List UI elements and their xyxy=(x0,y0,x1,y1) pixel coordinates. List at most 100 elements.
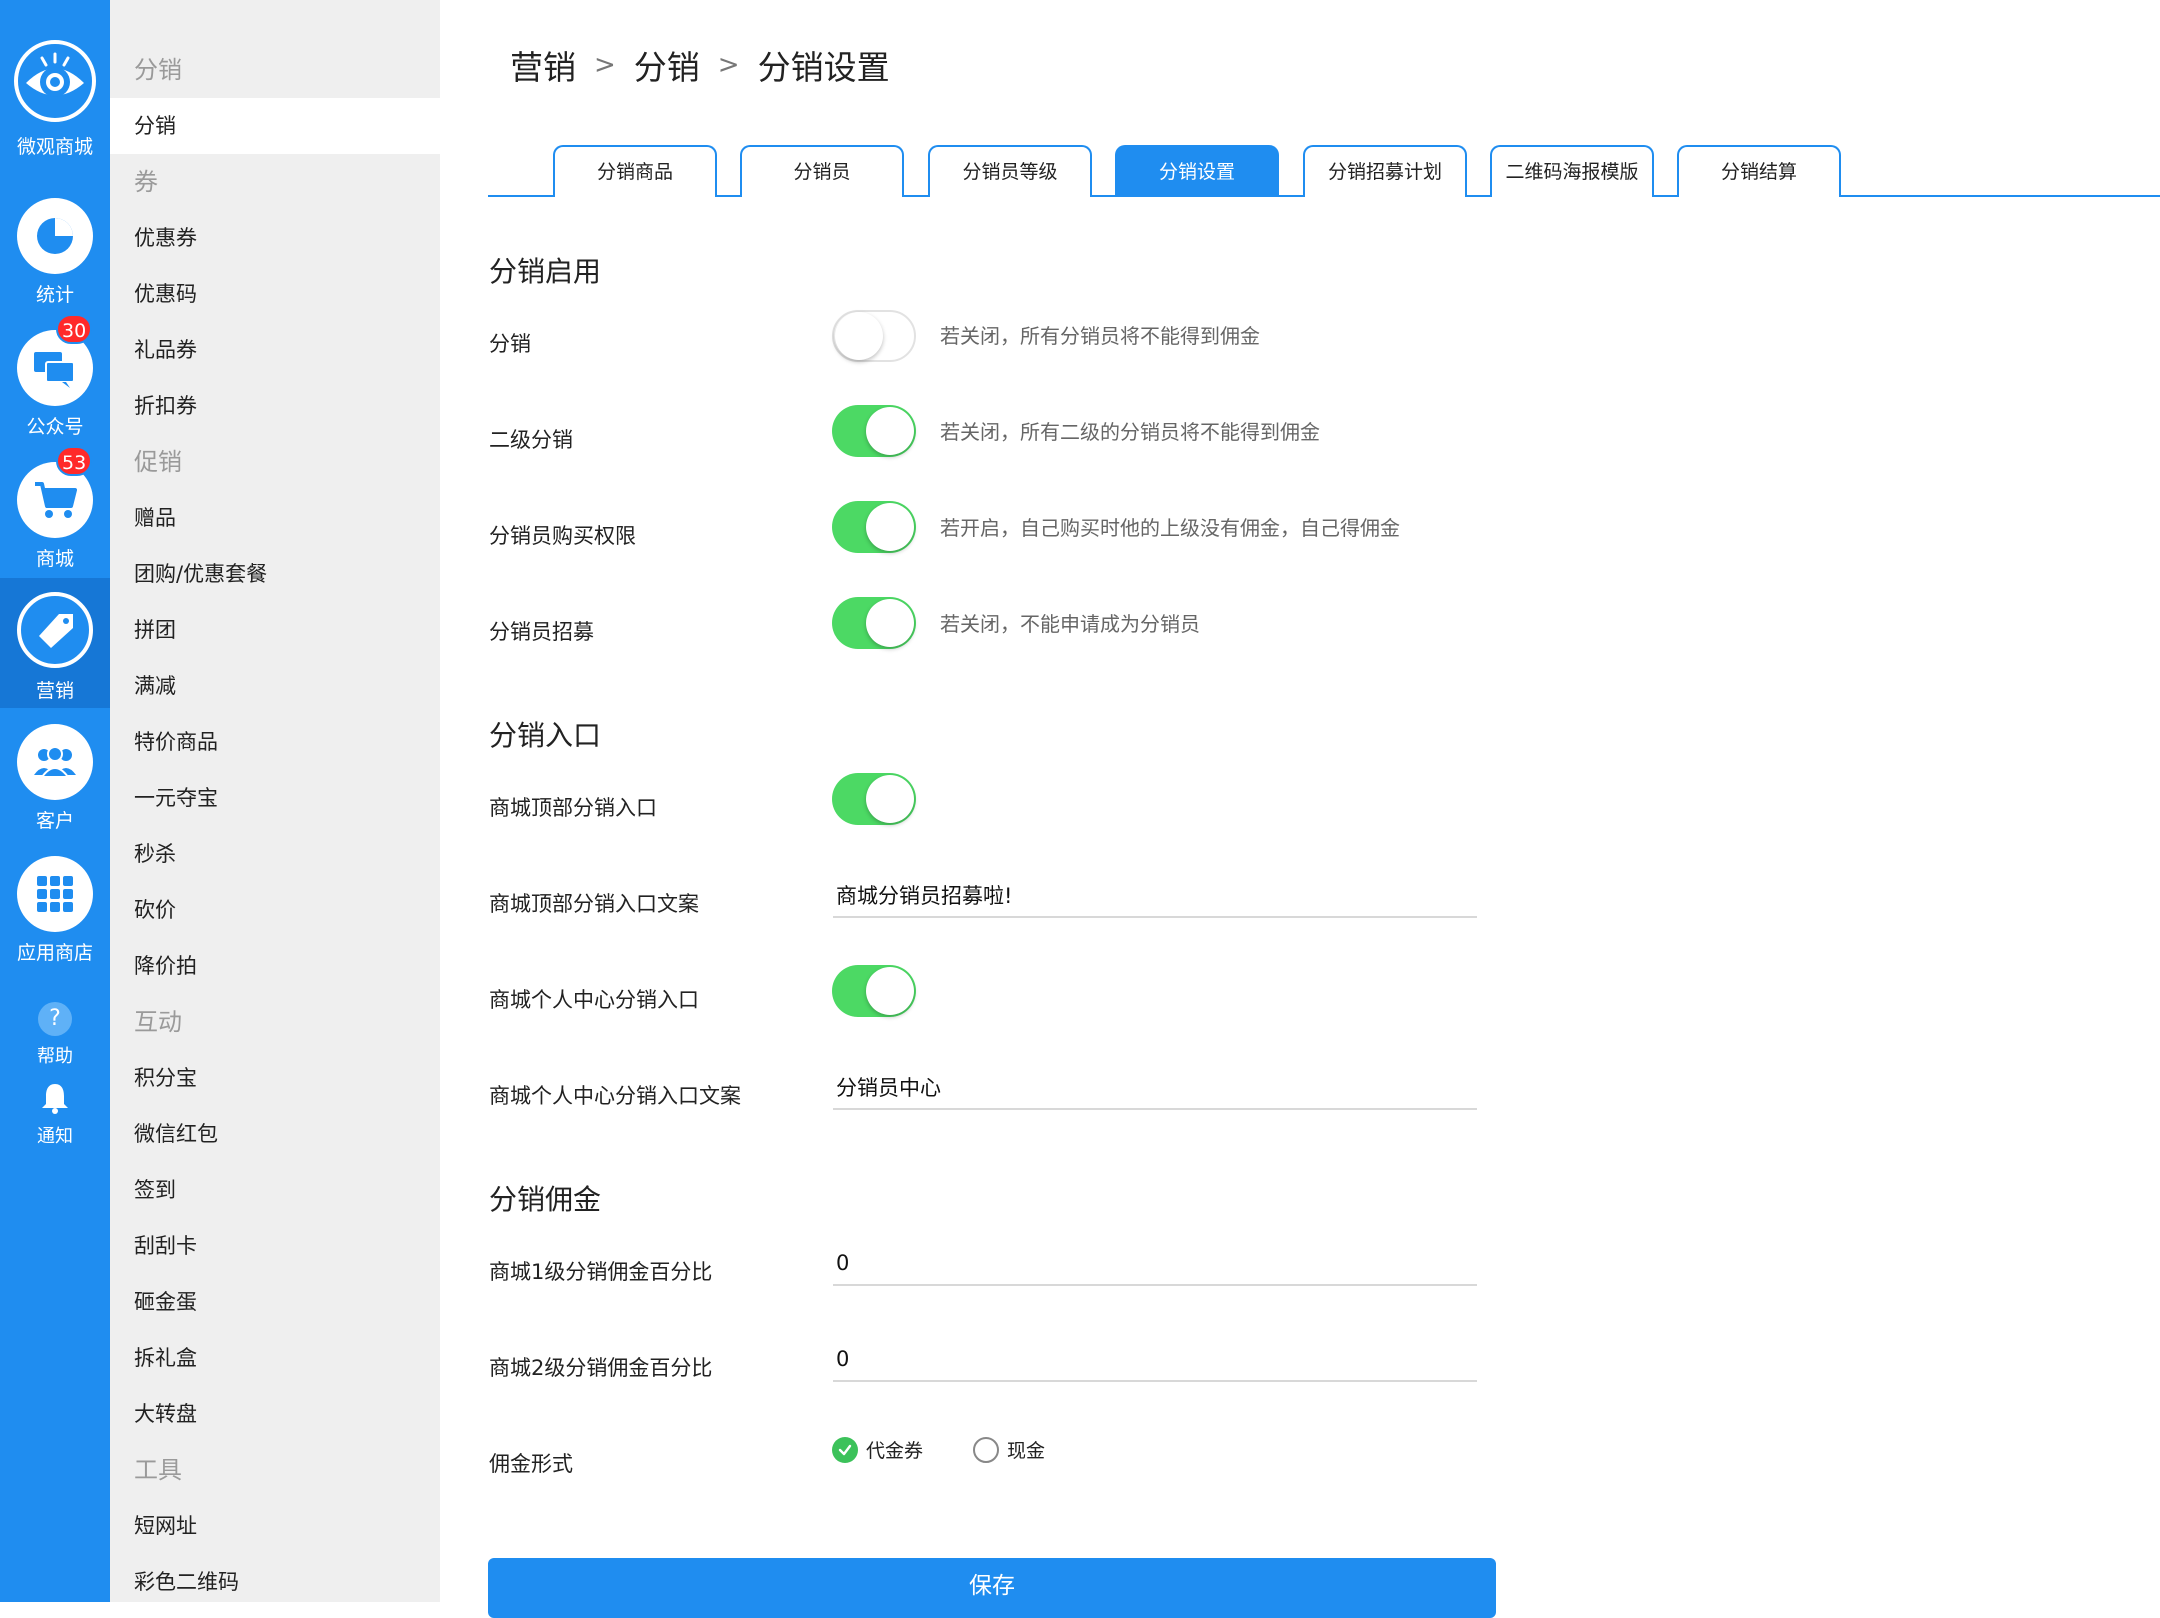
rail-item-app-store[interactable]: 应用商店 xyxy=(0,856,110,971)
menu-item[interactable]: 降价拍 xyxy=(110,938,440,994)
radio-empty-icon xyxy=(973,1436,999,1463)
rail-item-stats[interactable]: 统计 xyxy=(0,198,110,313)
field-label-top-entrance: 商城顶部分销入口 xyxy=(489,796,657,820)
menu-item[interactable]: 特价商品 xyxy=(110,714,440,770)
rail-label-customers: 客户 xyxy=(35,810,74,832)
breadcrumb-item-settings: 分销设置 xyxy=(757,48,890,87)
menu-item[interactable]: 签到 xyxy=(110,1162,440,1218)
section-title-entrance: 分销入口 xyxy=(489,719,602,752)
icon-rail: 微观商城 统计 30 公众号 53 商城 营销 客户 应用商店 ? 帮助 通知 xyxy=(0,0,110,1602)
level1-commission-input[interactable] xyxy=(833,1242,1477,1286)
hint-purchase-permission: 若开启，自己购买时他的上级没有佣金，自己得佣金 xyxy=(940,516,1400,540)
toggle-recruitment[interactable] xyxy=(832,597,916,649)
rail-item-help[interactable]: ? 帮助 xyxy=(0,1000,110,1070)
menu-item[interactable]: 拆礼盒 xyxy=(110,1330,440,1386)
breadcrumb: 营销 > 分销 > 分销设置 xyxy=(510,40,890,90)
menu-item[interactable]: 砍价 xyxy=(110,882,440,938)
bell-icon xyxy=(40,1082,70,1114)
tab-distributor-levels[interactable]: 分销员等级 xyxy=(928,145,1092,197)
tab-settlement[interactable]: 分销结算 xyxy=(1677,145,1841,197)
help-icon: ? xyxy=(38,1002,72,1036)
field-label-commission-form: 佣金形式 xyxy=(489,1452,573,1476)
radio-cash-label: 现金 xyxy=(1007,1440,1046,1462)
menu-item[interactable]: 大转盘 xyxy=(110,1386,440,1442)
breadcrumb-item-distribution[interactable]: 分销 xyxy=(634,41,700,89)
field-label-level2-commission: 商城2级分销佣金百分比 xyxy=(489,1356,713,1380)
price-tag-icon xyxy=(17,592,93,668)
official-account-badge: 30 xyxy=(56,314,93,344)
menu-item[interactable]: 礼品券 xyxy=(110,322,440,378)
save-button[interactable]: 保存 xyxy=(488,1558,1496,1618)
menu-item[interactable]: 优惠券 xyxy=(110,210,440,266)
menu-item[interactable]: 微信红包 xyxy=(110,1106,440,1162)
toggle-distribution[interactable] xyxy=(832,310,916,362)
tab-distribution-settings[interactable]: 分销设置 xyxy=(1115,145,1279,197)
section-title-commission: 分销佣金 xyxy=(489,1183,602,1216)
radio-cash[interactable]: 现金 xyxy=(973,1436,1045,1463)
breadcrumb-item-marketing[interactable]: 营销 xyxy=(510,41,576,89)
chevron-right-icon: > xyxy=(594,50,616,80)
toggle-knob xyxy=(866,775,914,823)
rail-item-marketing[interactable]: 营销 xyxy=(0,578,110,708)
logo-label: 微观商城 xyxy=(16,136,93,158)
save-button-label: 保存 xyxy=(969,1573,1015,1599)
toggle-knob xyxy=(866,407,914,455)
menu-item[interactable]: 优惠码 xyxy=(110,266,440,322)
tab-recruitment-plan[interactable]: 分销招募计划 xyxy=(1303,145,1467,197)
toggle-knob xyxy=(835,312,883,360)
menu-item[interactable]: 短网址 xyxy=(110,1498,440,1554)
main-content: 营销 > 分销 > 分销设置 分销商品 分销员 分销员等级 分销设置 分销招募计… xyxy=(440,0,2160,1618)
tab-bar: 分销商品 分销员 分销员等级 分销设置 分销招募计划 二维码海报模版 分销结算 xyxy=(488,145,2160,197)
rail-label-official-account: 公众号 xyxy=(26,416,84,438)
toggle-second-level[interactable] xyxy=(832,405,916,457)
menu-item[interactable]: 赠品 xyxy=(110,490,440,546)
rail-label-notify: 通知 xyxy=(37,1126,73,1147)
menu-item[interactable]: 一元夺宝 xyxy=(110,770,440,826)
pie-chart-icon xyxy=(17,198,93,274)
toggle-center-entrance[interactable] xyxy=(832,965,916,1017)
menu-item[interactable]: 拼团 xyxy=(110,602,440,658)
rail-label-stats: 统计 xyxy=(35,284,74,306)
tab-distribution-products[interactable]: 分销商品 xyxy=(553,145,717,197)
rail-logo[interactable]: 微观商城 xyxy=(0,40,110,160)
level2-commission-input[interactable] xyxy=(833,1338,1477,1382)
radio-voucher[interactable]: 代金券 xyxy=(832,1436,923,1463)
menu-group-heading: 互动 xyxy=(134,1008,182,1036)
field-label-second-level: 二级分销 xyxy=(489,428,573,452)
section-title-enable: 分销启用 xyxy=(489,255,602,288)
menu-group-heading: 券 xyxy=(134,168,158,196)
menu-group-heading: 工具 xyxy=(134,1456,182,1484)
rail-label-mall: 商城 xyxy=(35,548,74,570)
toggle-knob xyxy=(866,503,914,551)
hint-recruitment: 若关闭，不能申请成为分销员 xyxy=(940,612,1200,636)
tab-distributors[interactable]: 分销员 xyxy=(740,145,904,197)
check-icon xyxy=(832,1436,858,1463)
toggle-purchase-permission[interactable] xyxy=(832,501,916,553)
menu-group-heading: 分销 xyxy=(134,56,182,84)
rail-label-help: 帮助 xyxy=(37,1046,73,1067)
field-label-center-entrance: 商城个人中心分销入口 xyxy=(489,988,699,1012)
menu-item[interactable]: 分销 xyxy=(110,98,440,154)
menu-item[interactable]: 刮刮卡 xyxy=(110,1218,440,1274)
rail-item-official-account[interactable]: 30 公众号 xyxy=(0,314,110,445)
menu-item[interactable]: 砸金蛋 xyxy=(110,1274,440,1330)
menu-item[interactable]: 团购/优惠套餐 xyxy=(110,546,440,602)
rail-item-mall[interactable]: 53 商城 xyxy=(0,446,110,577)
mall-badge: 53 xyxy=(56,446,93,476)
app-grid-icon xyxy=(17,856,93,932)
menu-item[interactable]: 秒杀 xyxy=(110,826,440,882)
tab-qrcode-poster-template[interactable]: 二维码海报模版 xyxy=(1490,145,1654,197)
rail-item-customers[interactable]: 客户 xyxy=(0,724,110,839)
field-label-top-entrance-text: 商城顶部分销入口文案 xyxy=(489,892,699,916)
menu-item[interactable]: 折扣券 xyxy=(110,378,440,434)
center-entrance-text-input[interactable] xyxy=(833,1066,1477,1110)
menu-item[interactable]: 满减 xyxy=(110,658,440,714)
top-entrance-text-input[interactable] xyxy=(833,874,1477,918)
field-label-center-entrance-text: 商城个人中心分销入口文案 xyxy=(489,1084,741,1108)
field-label-purchase-permission: 分销员购买权限 xyxy=(489,524,636,548)
toggle-top-entrance[interactable] xyxy=(832,773,916,825)
field-label-recruitment: 分销员招募 xyxy=(489,620,594,644)
menu-item[interactable]: 积分宝 xyxy=(110,1050,440,1106)
rail-item-notify[interactable]: 通知 xyxy=(0,1080,110,1150)
toggle-knob xyxy=(866,599,914,647)
